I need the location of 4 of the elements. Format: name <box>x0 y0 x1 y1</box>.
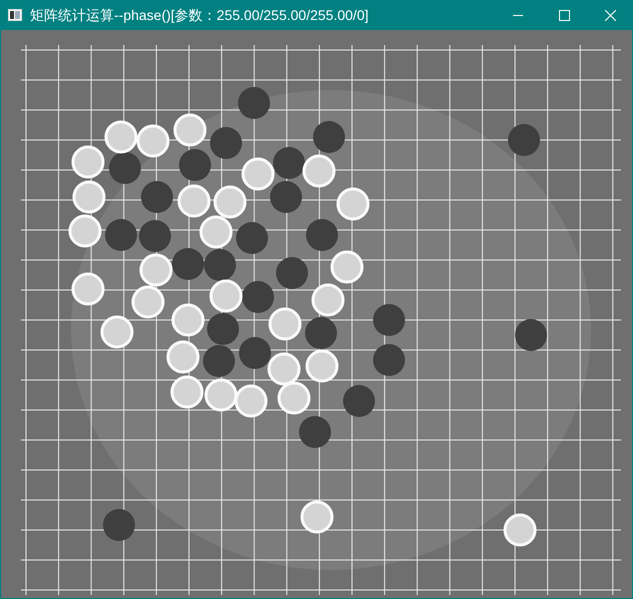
window-title: 矩阵统计运算--phase()[参数：255.00/255.00/255.00/0] <box>30 6 368 25</box>
close-icon <box>604 10 616 20</box>
app-icon <box>8 9 22 21</box>
maximize-icon <box>558 10 570 20</box>
